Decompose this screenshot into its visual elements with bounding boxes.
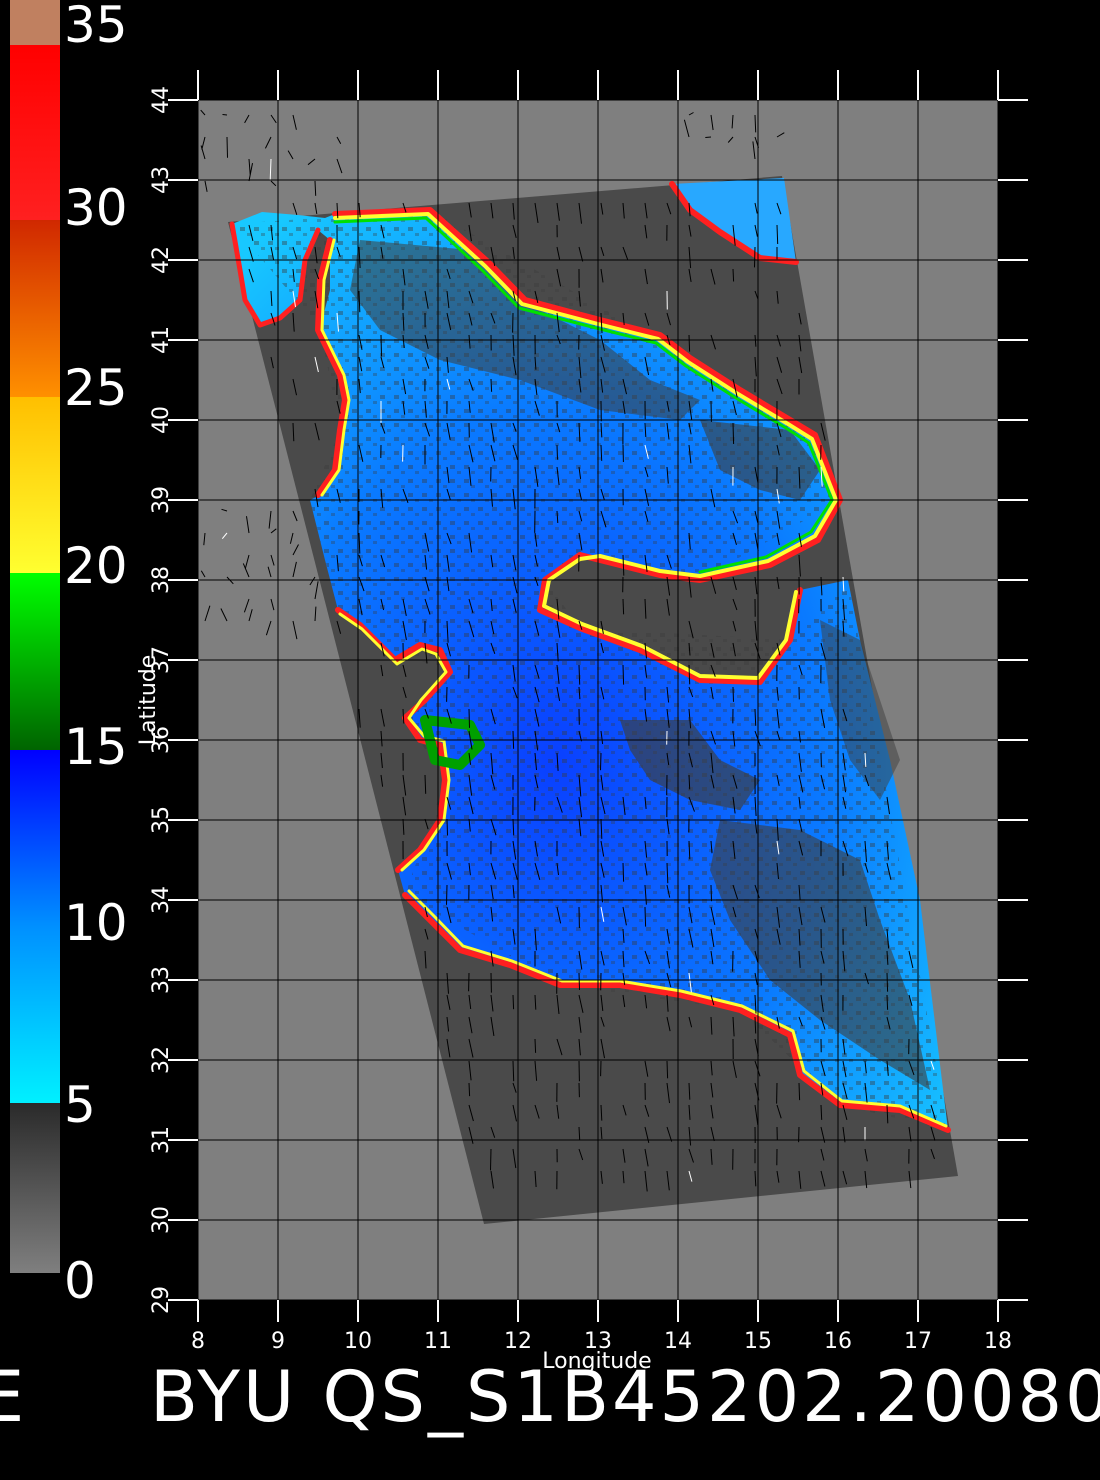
wind-vector	[424, 774, 427, 794]
y-axis-label: Latitude	[136, 655, 161, 746]
colorbar-label: 20	[64, 537, 128, 595]
wind-vector	[688, 774, 691, 790]
wind-vector	[776, 224, 779, 245]
wind-vector	[886, 994, 889, 1010]
x-tick-label: 12	[504, 1329, 532, 1354]
wind-vector	[578, 664, 581, 685]
colorbar-band-15-20	[10, 573, 60, 750]
wind-vector	[314, 180, 317, 196]
colorbar: 0 5 10 15 20 25 30 35	[10, 0, 128, 1310]
wind-vector	[446, 884, 448, 905]
y-tick-label: 38	[149, 566, 174, 594]
colorbar-label: 25	[64, 359, 128, 417]
wind-vector	[226, 136, 228, 158]
x-tick-label: 8	[191, 1329, 205, 1354]
y-tick-label: 41	[149, 326, 174, 354]
wind-vector	[512, 1060, 515, 1082]
wind-vector	[622, 862, 625, 882]
y-tick-label: 35	[149, 806, 174, 834]
wind-vector	[688, 334, 691, 352]
wind-vector	[578, 1126, 581, 1141]
colorbar-label: 35	[64, 0, 128, 54]
colorbar-band-34-35	[10, 0, 60, 45]
wind-vector	[710, 884, 712, 902]
caption-fragment: E	[0, 1356, 25, 1438]
wind-vector	[666, 1060, 669, 1079]
wind-vector	[600, 444, 603, 461]
wind-vector	[886, 972, 889, 992]
colorbar-band-20-25	[10, 397, 60, 573]
wind-vector	[512, 818, 515, 836]
x-tick-label: 11	[424, 1329, 452, 1354]
x-tick-label: 14	[664, 1329, 692, 1354]
wind-map-figure: 0 5 10 15 20 25 30 35 8 9 10 11 12 13 14…	[10, 0, 1028, 1374]
wind-vector	[556, 444, 558, 460]
y-tick-label: 40	[149, 406, 174, 434]
colorbar-band-5-15	[10, 750, 60, 1103]
wind-vector	[380, 334, 382, 357]
wind-vector	[468, 708, 470, 728]
y-tick-label: 34	[149, 886, 174, 914]
y-tick-label: 30	[149, 1206, 174, 1234]
wind-vector	[490, 378, 493, 392]
colorbar-label: 5	[64, 1076, 96, 1134]
colorbar-label: 15	[64, 718, 128, 776]
wind-vector	[622, 664, 625, 685]
y-tick-label: 44	[149, 86, 174, 114]
wind-vector	[622, 598, 625, 615]
map-plot-area	[198, 100, 998, 1300]
wind-vector	[468, 1082, 471, 1097]
colorbar-band-0-5	[10, 1103, 60, 1273]
wind-vector	[820, 1104, 823, 1120]
colorbar-band-25-30	[10, 220, 60, 397]
wind-vector	[600, 752, 602, 771]
wind-vector	[222, 114, 228, 116]
colorbar-band-30-34	[10, 45, 60, 220]
figure-caption: BYU QS_S1B45202.20080	[150, 1356, 1100, 1438]
y-tick-label: 31	[149, 1126, 174, 1154]
wind-vector	[798, 1082, 801, 1101]
colorbar-label: 10	[64, 894, 128, 952]
wind-vector	[644, 906, 647, 927]
wind-vector	[732, 686, 734, 702]
wind-vector	[754, 114, 757, 133]
wind-vector	[512, 994, 515, 1010]
wind-vector	[705, 136, 712, 138]
x-tick-label: 18	[984, 1329, 1012, 1354]
x-tick-label: 16	[824, 1329, 852, 1354]
y-tick-label: 32	[149, 1046, 174, 1074]
colorbar-label: 0	[64, 1252, 96, 1310]
x-tick-label: 9	[271, 1329, 285, 1354]
y-tick-label: 39	[149, 486, 174, 514]
colorbar-label: 30	[64, 179, 128, 237]
wind-vector	[732, 268, 735, 282]
y-tick-label: 42	[149, 246, 174, 274]
wind-vector	[754, 1016, 757, 1034]
wind-vector	[754, 708, 757, 726]
x-tick-label: 15	[744, 1329, 772, 1354]
wind-vector	[490, 1148, 492, 1171]
x-tick-label: 17	[904, 1329, 932, 1354]
y-tick-label: 43	[149, 166, 174, 194]
wind-vector	[732, 422, 735, 445]
wind-vector	[446, 818, 448, 836]
wind-vector	[688, 664, 691, 685]
x-tick-label: 10	[344, 1329, 372, 1354]
y-tick-label: 33	[149, 966, 174, 994]
wind-vector	[578, 972, 580, 991]
y-tick-label: 29	[149, 1286, 174, 1314]
wind-vector	[534, 1038, 537, 1053]
wind-vector	[754, 246, 756, 268]
